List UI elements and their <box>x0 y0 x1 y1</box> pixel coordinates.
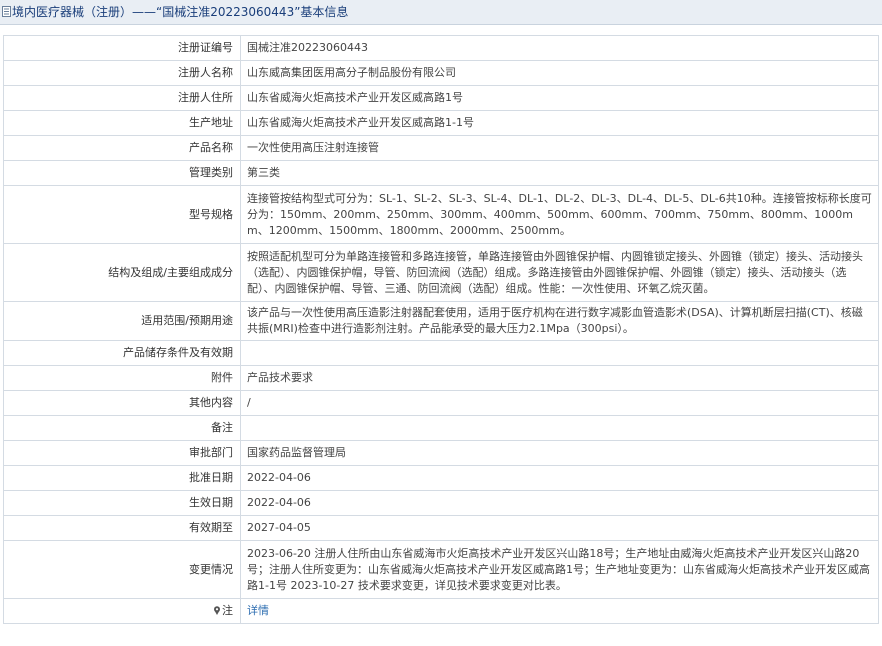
row-value: 山东省威海火炬高技术产业开发区威高路1号 <box>240 85 879 111</box>
row-label: 结构及组成/主要组成成分 <box>3 243 241 302</box>
row-value: 该产品与一次性使用高压造影注射器配套使用，适用于医疗机构在进行数字减影血管造影术… <box>240 301 879 341</box>
row-value: 2022-04-06 <box>240 465 879 491</box>
row-value: 第三类 <box>240 160 879 186</box>
row-registrant-name: 注册人名称 山东威高集团医用高分子制品股份有限公司 <box>3 60 879 86</box>
row-value: 山东省威海火炬高技术产业开发区威高路1-1号 <box>240 110 879 136</box>
row-structure-composition: 结构及组成/主要组成成分 按照适配机型可分为单路连接管和多路连接管，单路连接管由… <box>3 243 879 302</box>
row-value: 国家药品监督管理局 <box>240 440 879 466</box>
row-label: 管理类别 <box>3 160 241 186</box>
row-model-spec: 型号规格 连接管按结构型式可分为：SL-1、SL-2、SL-3、SL-4、DL-… <box>3 185 879 244</box>
row-label: 批准日期 <box>3 465 241 491</box>
row-change-history: 变更情况 2023-06-20 注册人住所由山东省威海市火炬高技术产业开发区兴山… <box>3 540 879 599</box>
row-label: 审批部门 <box>3 440 241 466</box>
row-value: 山东威高集团医用高分子制品股份有限公司 <box>240 60 879 86</box>
info-table: 注册证编号 国械注准20223060443 注册人名称 山东威高集团医用高分子制… <box>3 35 879 624</box>
row-label: 型号规格 <box>3 185 241 244</box>
row-valid-until: 有效期至 2027-04-05 <box>3 515 879 541</box>
row-value <box>240 340 879 366</box>
page-header: 境内医疗器械（注册）——“国械注准20223060443”基本信息 <box>0 0 882 25</box>
row-value <box>240 415 879 441</box>
row-label: 生效日期 <box>3 490 241 516</box>
row-remarks: 备注 <box>3 415 879 441</box>
pin-icon <box>214 606 220 615</box>
row-registrant-address: 注册人住所 山东省威海火炬高技术产业开发区威高路1号 <box>3 85 879 111</box>
row-storage-conditions: 产品储存条件及有效期 <box>3 340 879 366</box>
row-label: 产品储存条件及有效期 <box>3 340 241 366</box>
row-other-content: 其他内容 / <box>3 390 879 416</box>
row-effective-date: 生效日期 2022-04-06 <box>3 490 879 516</box>
page-title: 境内医疗器械（注册）——“国械注准20223060443”基本信息 <box>12 5 349 19</box>
row-value: 国械注准20223060443 <box>240 35 879 61</box>
row-label: 生产地址 <box>3 110 241 136</box>
row-label: 适用范围/预期用途 <box>3 301 241 341</box>
row-value: 2023-06-20 注册人住所由山东省威海市火炬高技术产业开发区兴山路18号；… <box>240 540 879 599</box>
row-value: 一次性使用高压注射连接管 <box>240 135 879 161</box>
row-approval-department: 审批部门 国家药品监督管理局 <box>3 440 879 466</box>
row-value: 产品技术要求 <box>240 365 879 391</box>
row-note: 注 详情 <box>3 598 879 624</box>
details-link[interactable]: 详情 <box>247 604 269 617</box>
row-attachment: 附件 产品技术要求 <box>3 365 879 391</box>
row-registration-number: 注册证编号 国械注准20223060443 <box>3 35 879 61</box>
row-value: 连接管按结构型式可分为：SL-1、SL-2、SL-3、SL-4、DL-1、DL-… <box>240 185 879 244</box>
row-value: 2022-04-06 <box>240 490 879 516</box>
note-label: 注 <box>222 604 233 617</box>
row-intended-use: 适用范围/预期用途 该产品与一次性使用高压造影注射器配套使用，适用于医疗机构在进… <box>3 301 879 341</box>
row-value: 按照适配机型可分为单路连接管和多路连接管，单路连接管由外圆锥保护帽、内圆锥锁定接… <box>240 243 879 302</box>
row-label: 备注 <box>3 415 241 441</box>
document-icon <box>2 6 11 17</box>
row-label: 其他内容 <box>3 390 241 416</box>
row-value: 2027-04-05 <box>240 515 879 541</box>
row-label-note: 注 <box>3 598 241 624</box>
row-product-name: 产品名称 一次性使用高压注射连接管 <box>3 135 879 161</box>
row-value: / <box>240 390 879 416</box>
row-label: 有效期至 <box>3 515 241 541</box>
row-label: 附件 <box>3 365 241 391</box>
row-label: 注册证编号 <box>3 35 241 61</box>
row-value: 详情 <box>240 598 879 624</box>
row-label: 注册人住所 <box>3 85 241 111</box>
row-label: 注册人名称 <box>3 60 241 86</box>
row-management-category: 管理类别 第三类 <box>3 160 879 186</box>
row-label: 产品名称 <box>3 135 241 161</box>
row-label: 变更情况 <box>3 540 241 599</box>
row-production-address: 生产地址 山东省威海火炬高技术产业开发区威高路1-1号 <box>3 110 879 136</box>
row-approval-date: 批准日期 2022-04-06 <box>3 465 879 491</box>
